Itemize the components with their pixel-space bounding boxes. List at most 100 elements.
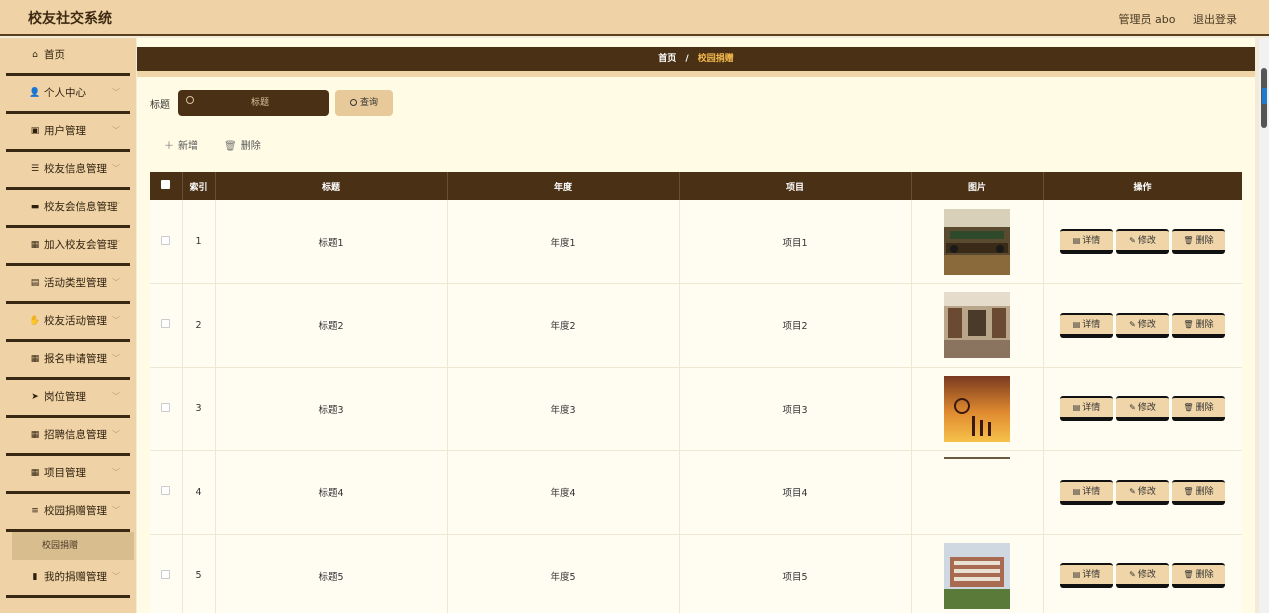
detail-button[interactable]: ▤ 详情 [1060, 479, 1113, 505]
edit-button[interactable]: ✎ 修改 [1116, 396, 1169, 422]
sidebar-item-0[interactable]: ⌂ 首页 [6, 38, 130, 76]
row-checkbox[interactable] [161, 235, 171, 245]
sidebar-item-8[interactable]: ▦ 报名申请管理 ﹀ [6, 342, 130, 380]
actions-cell: ▤ 详情 ✎ 修改 🗑 删除 [1043, 450, 1242, 535]
detail-button[interactable]: ▤ 详情 [1060, 312, 1113, 338]
edit-button[interactable]: ✎ 修改 [1116, 479, 1169, 505]
data-table: 索引 标题 年度 项目 图片 操作 1 标题1 年度1 项目1 ▤ 详情 ✎ 修改 🗑 删除 2 标题… [150, 172, 1242, 613]
trash-icon: 🗑 [224, 141, 237, 152]
search-icon [349, 99, 357, 106]
trash-icon: 🗑 [1183, 570, 1194, 580]
title-cell: 标题5 [215, 534, 448, 613]
col-year: 年度 [447, 172, 680, 200]
actions-cell: ▤ 详情 ✎ 修改 🗑 删除 [1043, 283, 1242, 368]
project-cell: 项目5 [679, 534, 912, 613]
delete-label: 删除 [1195, 403, 1214, 414]
chevron-down-icon: ﹀ [112, 392, 120, 401]
clipboard-icon: ▤ [30, 278, 40, 288]
sidebar-item-label: 校友活动管理 [44, 315, 107, 327]
select-all-checkbox[interactable] [161, 180, 171, 189]
sidebar-item-2[interactable]: ▣ 用户管理 ﹀ [6, 114, 130, 152]
index-cell: 5 [182, 534, 216, 613]
sidebar-item-1[interactable]: 👤 个人中心 ﹀ [6, 76, 130, 114]
search-input[interactable] [200, 94, 320, 112]
file-icon: ▤ [1072, 570, 1081, 580]
delete-button[interactable]: 🗑 删除 [1172, 479, 1225, 505]
delete-label: 删除 [1195, 570, 1214, 581]
detail-button[interactable]: ▤ 详情 [1060, 563, 1113, 589]
row-select-cell[interactable] [150, 200, 183, 284]
edit-button[interactable]: ✎ 修改 [1116, 312, 1169, 338]
query-button[interactable]: 查询 [335, 90, 393, 116]
index-cell: 2 [182, 283, 216, 368]
project-cell: 项目4 [679, 450, 912, 535]
detail-button[interactable]: ▤ 详情 [1060, 396, 1113, 422]
delete-button[interactable]: 🗑 删除 [1172, 229, 1225, 254]
edit-button[interactable]: ✎ 修改 [1116, 563, 1169, 589]
top-right: 管理员 abo 退出登录 [1105, 11, 1237, 27]
index-cell: 3 [182, 367, 216, 451]
delete-button[interactable]: 🗑 删除 [1172, 563, 1225, 589]
title-cell: 标题4 [215, 450, 448, 535]
add-label: 新增 [178, 141, 198, 152]
row-select-cell[interactable] [150, 450, 183, 535]
row-select-cell[interactable] [150, 283, 183, 368]
row-checkbox[interactable] [161, 486, 171, 496]
detail-button[interactable]: ▤ 详情 [1060, 229, 1113, 254]
row-checkbox[interactable] [161, 319, 171, 329]
row-select-cell[interactable] [150, 367, 183, 451]
table-row: 1 标题1 年度1 项目1 ▤ 详情 ✎ 修改 🗑 删除 [150, 200, 1242, 284]
vertical-scrollbar[interactable] [1259, 38, 1269, 613]
users-icon: ▣ [30, 126, 40, 136]
edit-button[interactable]: ✎ 修改 [1116, 229, 1169, 254]
sidebar-item-label: 报名申请管理 [44, 353, 107, 365]
sidebar-item-5[interactable]: ▦ 加入校友会管理 ﹀ [6, 228, 130, 266]
delete-button[interactable]: 🗑 删除 [1172, 396, 1225, 422]
table-row: 5 标题5 年度5 项目5 ▤ 详情 ✎ 修改 🗑 删除 [150, 534, 1242, 613]
delete-label: 删除 [240, 141, 261, 152]
delete-button[interactable]: 🗑 删除 [1172, 312, 1225, 338]
sidebar-item-10[interactable]: ▦ 招聘信息管理 ﹀ [6, 418, 130, 456]
bar-chart-icon: ▮ [32, 572, 38, 582]
pencil-icon: ✎ [1129, 319, 1136, 329]
logout-link[interactable]: 退出登录 [1193, 13, 1237, 26]
breadcrumb-home[interactable]: 首页 [658, 54, 676, 64]
thumbnail-image [944, 292, 1010, 359]
home-icon: ⌂ [32, 50, 38, 60]
sidebar-item-label: 岗位管理 [44, 391, 86, 403]
sidebar-item-12[interactable]: ≡ 校园捐赠管理 ﹀ [6, 494, 130, 532]
search-box[interactable] [178, 90, 329, 116]
edit-label: 修改 [1137, 486, 1156, 497]
batch-delete-button[interactable]: 🗑 删除 [224, 137, 261, 152]
sidebar-item-label: 校友会信息管理 [44, 201, 118, 213]
main-content: 首页 / 校园捐赠 标题 查询 ＋新增 🗑删除 索引 标题 年度 [137, 38, 1255, 613]
send-icon: ➤ [31, 392, 39, 402]
row-checkbox[interactable] [161, 402, 171, 412]
current-user: 管理员 abo [1118, 13, 1176, 26]
year-cell: 年度4 [447, 450, 680, 535]
select-all-cell[interactable] [150, 172, 183, 200]
plus-icon: ＋ [164, 141, 174, 152]
title-cell: 标题1 [215, 200, 448, 284]
row-select-cell[interactable] [150, 534, 183, 613]
delete-label: 删除 [1195, 319, 1214, 330]
index-cell: 4 [182, 450, 216, 535]
col-image: 图片 [911, 172, 1044, 200]
sidebar-item-13[interactable]: ▮ 我的捐赠管理 ﹀ [6, 560, 130, 598]
row-checkbox[interactable] [161, 569, 171, 579]
sidebar-item-3[interactable]: ☰ 校友信息管理 ﹀ [6, 152, 130, 190]
project-cell: 项目2 [679, 283, 912, 368]
add-button[interactable]: ＋ 新增 [164, 137, 198, 152]
user-icon: 👤 [29, 88, 41, 98]
sidebar-item-9[interactable]: ➤ 岗位管理 ﹀ [6, 380, 130, 418]
table-row: 2 标题2 年度2 项目2 ▤ 详情 ✎ 修改 🗑 删除 [150, 283, 1242, 368]
sidebar-item-6[interactable]: ▤ 活动类型管理 ﹀ [6, 266, 130, 304]
sidebar-item-7[interactable]: ✋ 校友活动管理 ﹀ [6, 304, 130, 342]
breadcrumb-separator: / [685, 54, 689, 64]
actions-cell: ▤ 详情 ✎ 修改 🗑 删除 [1043, 200, 1242, 284]
trash-icon: 🗑 [1183, 403, 1194, 413]
sidebar-item-11[interactable]: ▦ 项目管理 ﹀ [6, 456, 130, 494]
sidebar-subitem[interactable]: 校园捐赠 [12, 532, 134, 560]
sidebar-item-4[interactable]: ▬ 校友会信息管理 ﹀ [6, 190, 130, 228]
edit-label: 修改 [1137, 236, 1156, 246]
